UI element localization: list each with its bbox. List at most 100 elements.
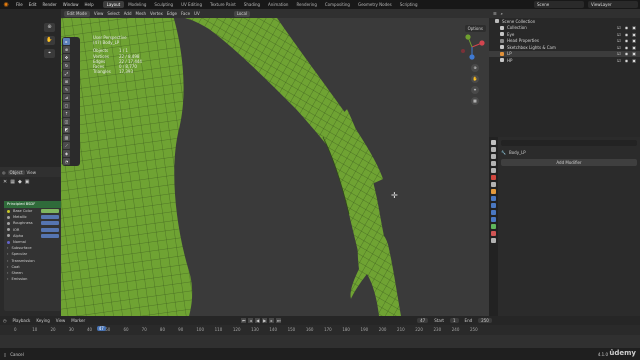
render-tab-icon[interactable] <box>491 147 496 152</box>
measure-tool-icon[interactable]: ⊿ <box>63 94 70 101</box>
current-frame-indicator[interactable]: 47 <box>96 326 106 331</box>
expand-arrow-icon[interactable]: › <box>7 271 8 275</box>
timeline-editor-icon[interactable]: ◷ <box>3 318 7 323</box>
scale-tool-icon[interactable]: ⤢ <box>63 70 70 77</box>
node-prop-value-field[interactable] <box>41 221 59 226</box>
add-menu[interactable]: Add <box>124 11 132 16</box>
cursor-tool-icon[interactable]: ⊕ <box>63 46 70 53</box>
tool-tab-icon[interactable] <box>491 140 496 145</box>
node-tree-icon[interactable]: ▦ <box>10 179 15 185</box>
camera-icon[interactable]: ⌖ <box>44 49 55 58</box>
backdrop-icon[interactable]: ▣ <box>25 179 30 185</box>
camera-icon[interactable]: ▣ <box>632 51 636 56</box>
3d-viewport[interactable]: Edit Mode View Select Add Mesh Vertex Ed… <box>61 9 489 316</box>
camera-icon[interactable]: ▣ <box>632 45 636 50</box>
keying-menu[interactable]: Keying <box>36 318 49 323</box>
texture-tab-icon[interactable] <box>491 238 496 243</box>
scene-selector[interactable]: Scene <box>534 1 584 8</box>
jump-start-icon[interactable]: ⏮ <box>241 318 247 323</box>
zoom-icon[interactable]: ⊕ <box>44 23 55 32</box>
options-button[interactable]: Options <box>464 25 486 32</box>
hand-pan-icon[interactable]: ✋ <box>44 36 55 45</box>
socket-icon[interactable] <box>7 215 10 219</box>
checkbox-icon[interactable]: ☑ <box>617 45 621 50</box>
tab-layout[interactable]: Layout <box>102 1 125 8</box>
view-layer-tab-icon[interactable] <box>491 161 496 166</box>
modifier-tab-icon[interactable] <box>491 196 496 201</box>
end-frame-field[interactable]: 250 <box>478 318 492 323</box>
principled-bsdf-node[interactable]: Principled BSDF Base Color Metallic Roughn… <box>4 201 61 311</box>
particles-tab-icon[interactable] <box>491 203 496 208</box>
rotate-tool-icon[interactable]: ↻ <box>63 62 70 69</box>
mesh-menu[interactable]: Mesh <box>136 11 147 16</box>
checkbox-icon[interactable]: ☑ <box>617 25 621 30</box>
camera-icon[interactable]: ▣ <box>632 25 636 30</box>
face-menu[interactable]: Face <box>181 11 190 16</box>
menu-render[interactable]: Render <box>39 2 59 7</box>
camera-icon[interactable]: ▣ <box>632 38 636 43</box>
node-prop-value-field[interactable] <box>41 227 59 232</box>
object-tab-icon[interactable] <box>491 189 496 194</box>
camera-view-icon[interactable]: ⌖ <box>471 86 479 94</box>
view-layer-selector[interactable]: ViewLayer <box>588 1 638 8</box>
add-modifier-button[interactable]: Add Modifier <box>501 159 637 166</box>
jump-end-icon[interactable]: ⏭ <box>276 318 282 323</box>
loop-cut-tool-icon[interactable]: ▥ <box>63 134 70 141</box>
checkbox-icon[interactable]: ☑ <box>617 58 621 63</box>
transform-tool-icon[interactable]: ⊞ <box>63 78 70 85</box>
outliner-row[interactable]: HP ☑ ◉ ▣ <box>489 57 640 64</box>
socket-icon[interactable] <box>7 240 10 244</box>
zoom-icon[interactable]: ⊕ <box>471 64 479 72</box>
add-cube-tool-icon[interactable]: ▢ <box>63 102 70 109</box>
navigation-gizmo-icon[interactable] <box>458 33 486 61</box>
grid-view-icon[interactable]: ▦ <box>471 97 479 105</box>
checkbox-icon[interactable]: ☑ <box>617 51 621 56</box>
inset-tool-icon[interactable]: ◫ <box>63 118 70 125</box>
node-prop-row[interactable]: › Emission <box>4 276 61 282</box>
outliner-type-icon[interactable]: ☰ <box>493 11 497 16</box>
socket-icon[interactable] <box>7 234 10 238</box>
camera-icon[interactable]: ▣ <box>632 58 636 63</box>
menu-help[interactable]: Help <box>81 2 96 7</box>
move-tool-icon[interactable]: ✥ <box>63 54 70 61</box>
play-reverse-icon[interactable]: ◀ <box>255 318 261 323</box>
tab-uv-editing[interactable]: UV Editing <box>177 1 206 8</box>
view-menu[interactable]: View <box>27 170 37 175</box>
menu-window[interactable]: Window <box>60 2 82 7</box>
cursor-tool-icon[interactable]: ✕ <box>3 179 7 185</box>
eye-icon[interactable]: ◉ <box>625 38 629 43</box>
scene-tab-icon[interactable] <box>491 168 496 173</box>
tab-compositing[interactable]: Compositing <box>321 1 354 8</box>
expand-arrow-icon[interactable]: › <box>7 265 8 269</box>
socket-icon[interactable] <box>7 209 10 213</box>
collection-tab-icon[interactable] <box>491 182 496 187</box>
playback-menu[interactable]: Playback <box>13 318 31 323</box>
play-icon[interactable]: ▶ <box>262 318 268 323</box>
timeline-track[interactable] <box>0 335 640 348</box>
socket-icon[interactable] <box>7 228 10 232</box>
marker-menu[interactable]: Marker <box>71 318 85 323</box>
editor-type-icon[interactable]: ◎ <box>2 170 6 175</box>
expand-arrow-icon[interactable]: › <box>7 246 8 250</box>
expand-arrow-icon[interactable]: › <box>7 259 8 263</box>
vertex-menu[interactable]: Vertex <box>150 11 163 16</box>
eye-icon[interactable]: ◉ <box>625 45 629 50</box>
timeline-view-menu[interactable]: View <box>56 318 66 323</box>
camera-icon[interactable]: ▣ <box>632 32 636 37</box>
view-menu[interactable]: View <box>94 11 104 16</box>
prev-key-icon[interactable]: ◂ <box>248 318 254 323</box>
tab-scripting[interactable]: Scripting <box>396 1 422 8</box>
node-prop-value-field[interactable] <box>41 209 59 214</box>
checkbox-icon[interactable]: ☑ <box>617 38 621 43</box>
socket-icon[interactable] <box>7 221 10 225</box>
menu-file[interactable]: File <box>13 2 26 7</box>
eye-icon[interactable]: ◉ <box>625 32 629 37</box>
timeline-ruler[interactable]: 0 10 20 30 40 50 60 70 80 90 100 110 120 130 140 150 160… <box>0 325 640 335</box>
data-tab-icon[interactable] <box>491 224 496 229</box>
constraints-tab-icon[interactable] <box>491 217 496 222</box>
tab-geometry-nodes[interactable]: Geometry Nodes <box>354 1 396 8</box>
select-menu[interactable]: Select <box>107 11 119 16</box>
uv-menu[interactable]: UV <box>194 11 200 16</box>
tab-sculpting[interactable]: Sculpting <box>150 1 177 8</box>
edge-menu[interactable]: Edge <box>167 11 177 16</box>
